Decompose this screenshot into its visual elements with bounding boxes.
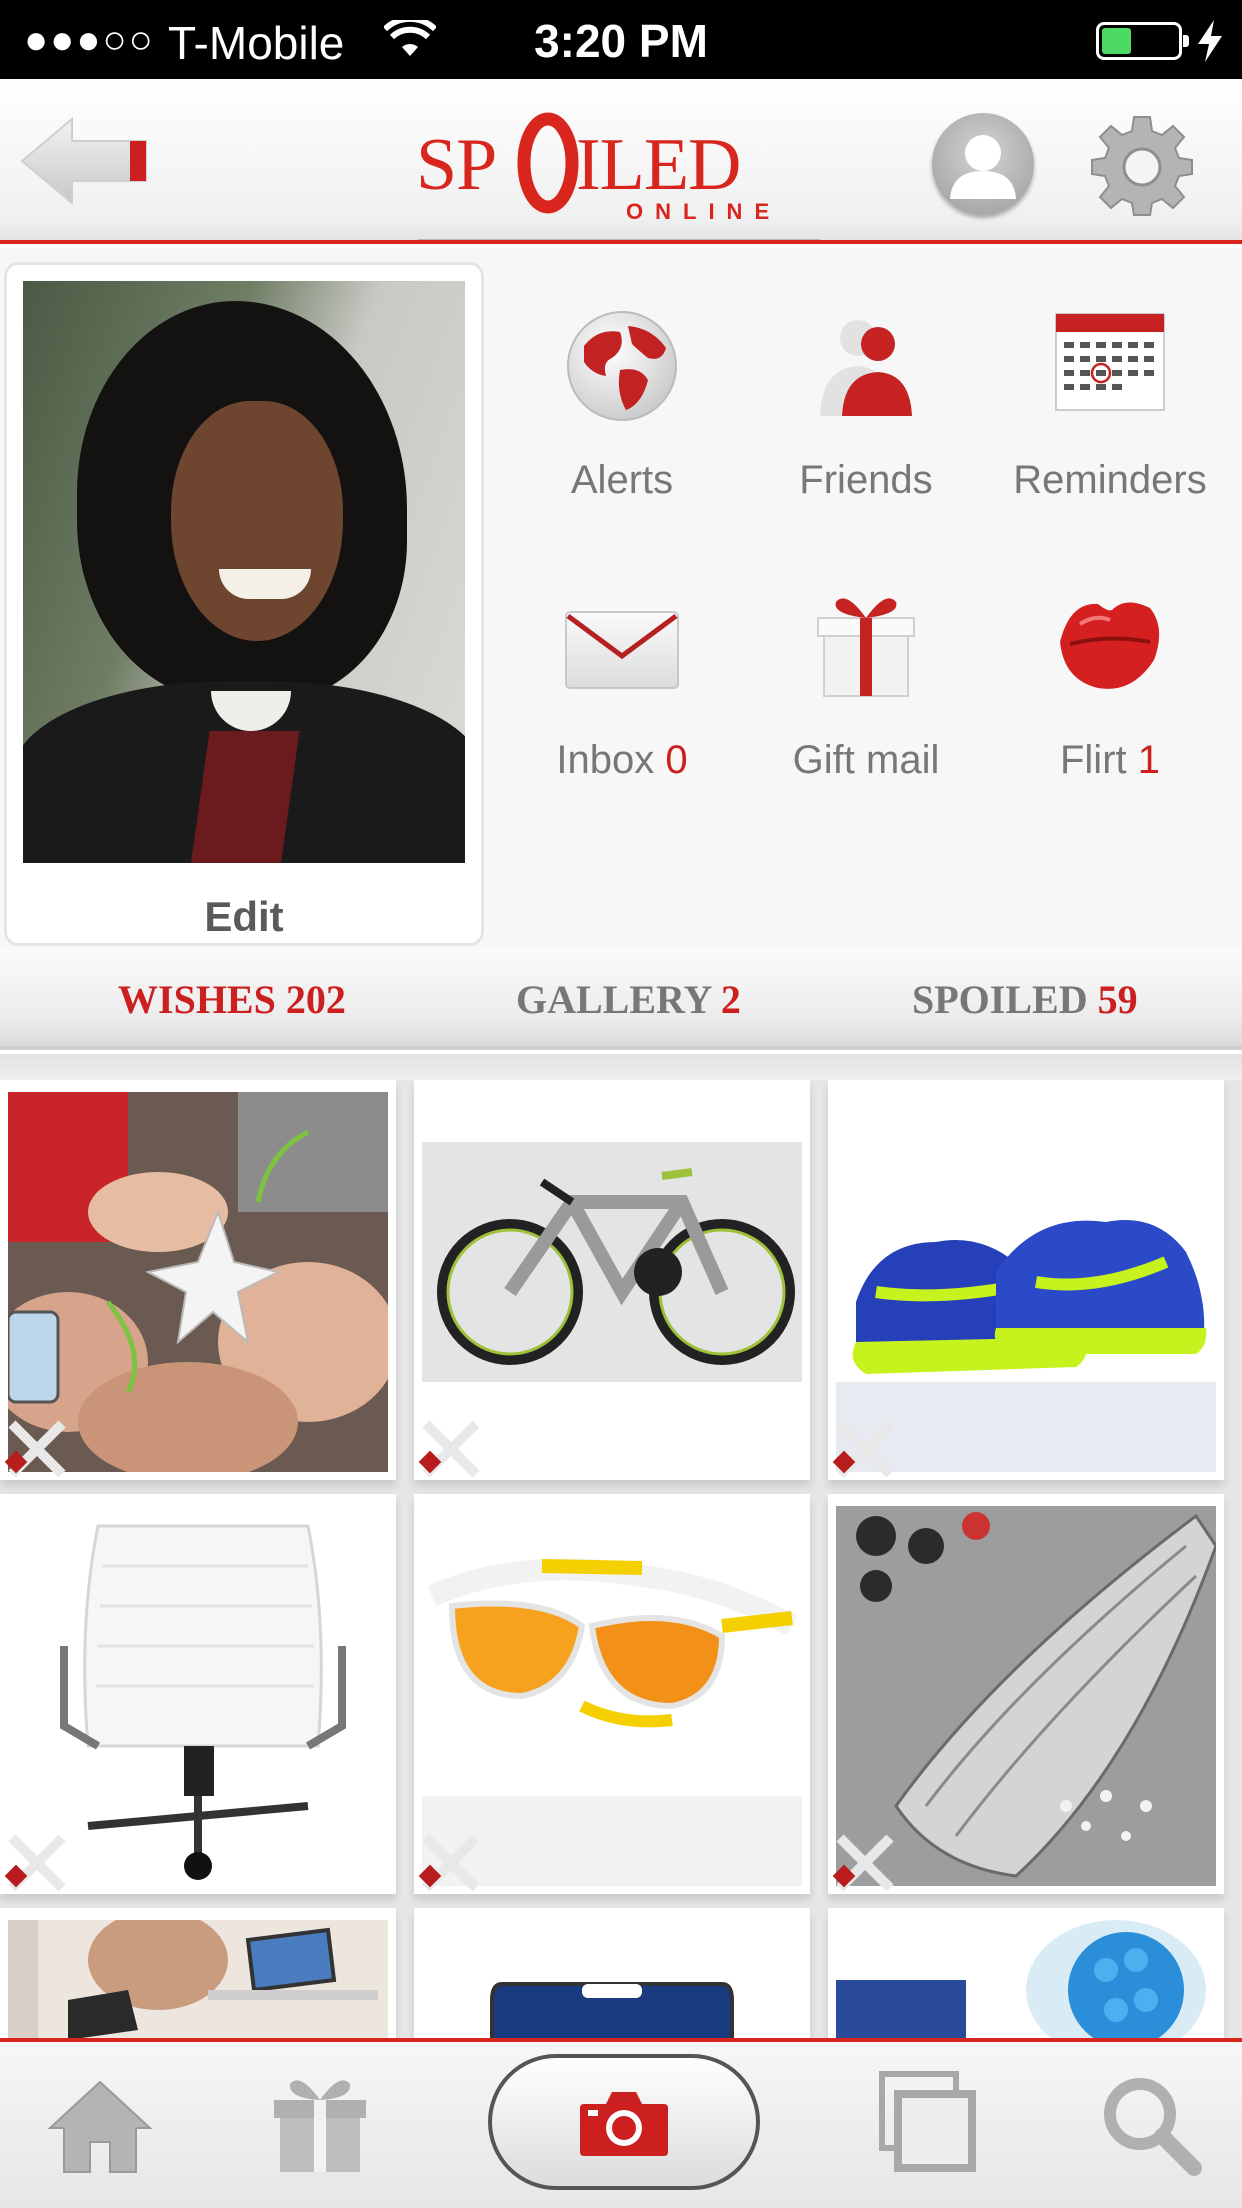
wish-tile[interactable] [414,1080,810,1480]
profile-area: Edit Alerts Friends Reminders Inbox 0 Gi… [0,248,1242,950]
tab-spoiled[interactable]: SPOILED 59 [912,976,1138,1023]
menu-label-gift-mail: Gift mail [746,738,986,783]
menu-label-text: Alerts [570,458,674,502]
status-bar: ●●●○○ T-Mobile 3:20 PM [0,0,1242,79]
toolbar-divider [0,2038,1242,2042]
edit-profile-button[interactable]: Edit [7,893,481,941]
gift-icon[interactable] [270,2072,370,2176]
menu-item-reminders[interactable]: Reminders [990,248,1230,502]
search-icon[interactable] [1098,2072,1202,2176]
section-tabs: WISHES 202 GALLERY 2 SPOILED 59 [0,950,1242,1050]
calendar-icon [1055,313,1165,411]
wish-image[interactable] [422,1920,802,2038]
spoiled-logo: SP ILED ONLINE [416,101,820,224]
wish-tile[interactable] [828,1080,1224,1480]
menu-item-flirt[interactable]: Flirt 1 [990,528,1230,782]
wish-image[interactable] [8,1920,388,2038]
tab-count: 202 [285,977,346,1022]
laptop-desk-image [8,1920,388,2038]
gear-icon[interactable] [1090,113,1194,217]
tab-label: GALLERY [516,977,711,1022]
menu-label-text: Friends [799,458,933,502]
menu-item-inbox[interactable]: Inbox 0 [502,528,742,782]
tab-count: 2 [720,977,741,1022]
menu-item-friends[interactable]: Friends [746,248,986,502]
wish-image[interactable] [836,1920,1216,2038]
battery-icon [1096,22,1189,60]
charging-icon [1198,20,1222,62]
status-time: 3:20 PM [534,15,708,67]
menu-label-text: Gift mail [792,738,940,782]
menu-label-reminders: Reminders [990,458,1230,503]
friends-icon [820,320,912,416]
remove-icon[interactable] [414,1410,484,1480]
blue-item-image [836,1920,1206,2038]
wish-tile[interactable] [0,1494,396,1894]
wish-grid [0,1080,1242,2038]
bottom-toolbar [0,2038,1242,2208]
svg-text:ILED: ILED [576,124,741,206]
profile-button[interactable] [932,113,1034,215]
menu-label-text: Flirt [1059,738,1127,782]
flirt-count: 1 [1137,738,1160,782]
profile-photo-card[interactable]: Edit [4,262,484,946]
tab-wishes[interactable]: WISHES 202 [118,976,346,1023]
gift-icon [817,598,915,697]
envelope-icon [565,611,679,689]
app-header: SP ILED ONLINE [0,79,1242,244]
wish-tile[interactable] [828,1494,1224,1894]
menu-label-alerts: Alerts [502,458,742,503]
camera-button[interactable] [488,2054,760,2190]
header-divider [0,240,1242,244]
profile-photo[interactable] [23,281,465,863]
svg-text:SP: SP [416,124,496,206]
menu-label-text: Reminders [1013,458,1207,502]
menu-grid: Alerts Friends Reminders Inbox 0 Gift ma… [500,248,1242,950]
menu-item-gift-mail[interactable]: Gift mail [746,528,986,782]
remove-icon[interactable] [828,1410,898,1480]
tab-label: SPOILED [912,977,1088,1022]
inbox-count: 0 [665,738,688,782]
remove-icon[interactable] [828,1824,898,1894]
pages-icon[interactable] [878,2070,978,2174]
menu-label-friends: Friends [746,458,986,503]
wish-tile[interactable] [0,1908,396,2038]
blue-box-image [490,1982,734,2038]
back-arrow-icon[interactable] [18,115,150,207]
remove-icon[interactable] [0,1410,70,1480]
home-icon[interactable] [46,2076,154,2176]
camera-icon [580,2092,668,2156]
globe-icon [567,311,677,421]
wish-tile[interactable] [828,1908,1224,2038]
menu-label-text: Inbox [556,738,655,782]
logo-subtitle: ONLINE [626,199,782,224]
remove-icon[interactable] [414,1824,484,1894]
tab-gallery[interactable]: GALLERY 2 [516,976,741,1023]
menu-item-alerts[interactable]: Alerts [502,248,742,502]
tab-count: 59 [1097,977,1138,1022]
user-icon [950,135,1016,199]
wish-tile[interactable] [414,1908,810,2038]
wish-tile[interactable] [0,1080,396,1480]
remove-icon[interactable] [0,1824,70,1894]
menu-label-inbox: Inbox 0 [502,738,742,783]
tab-label: WISHES [118,977,276,1022]
wish-tile[interactable] [414,1494,810,1894]
menu-label-flirt: Flirt 1 [990,738,1230,783]
lips-icon [1060,602,1160,689]
